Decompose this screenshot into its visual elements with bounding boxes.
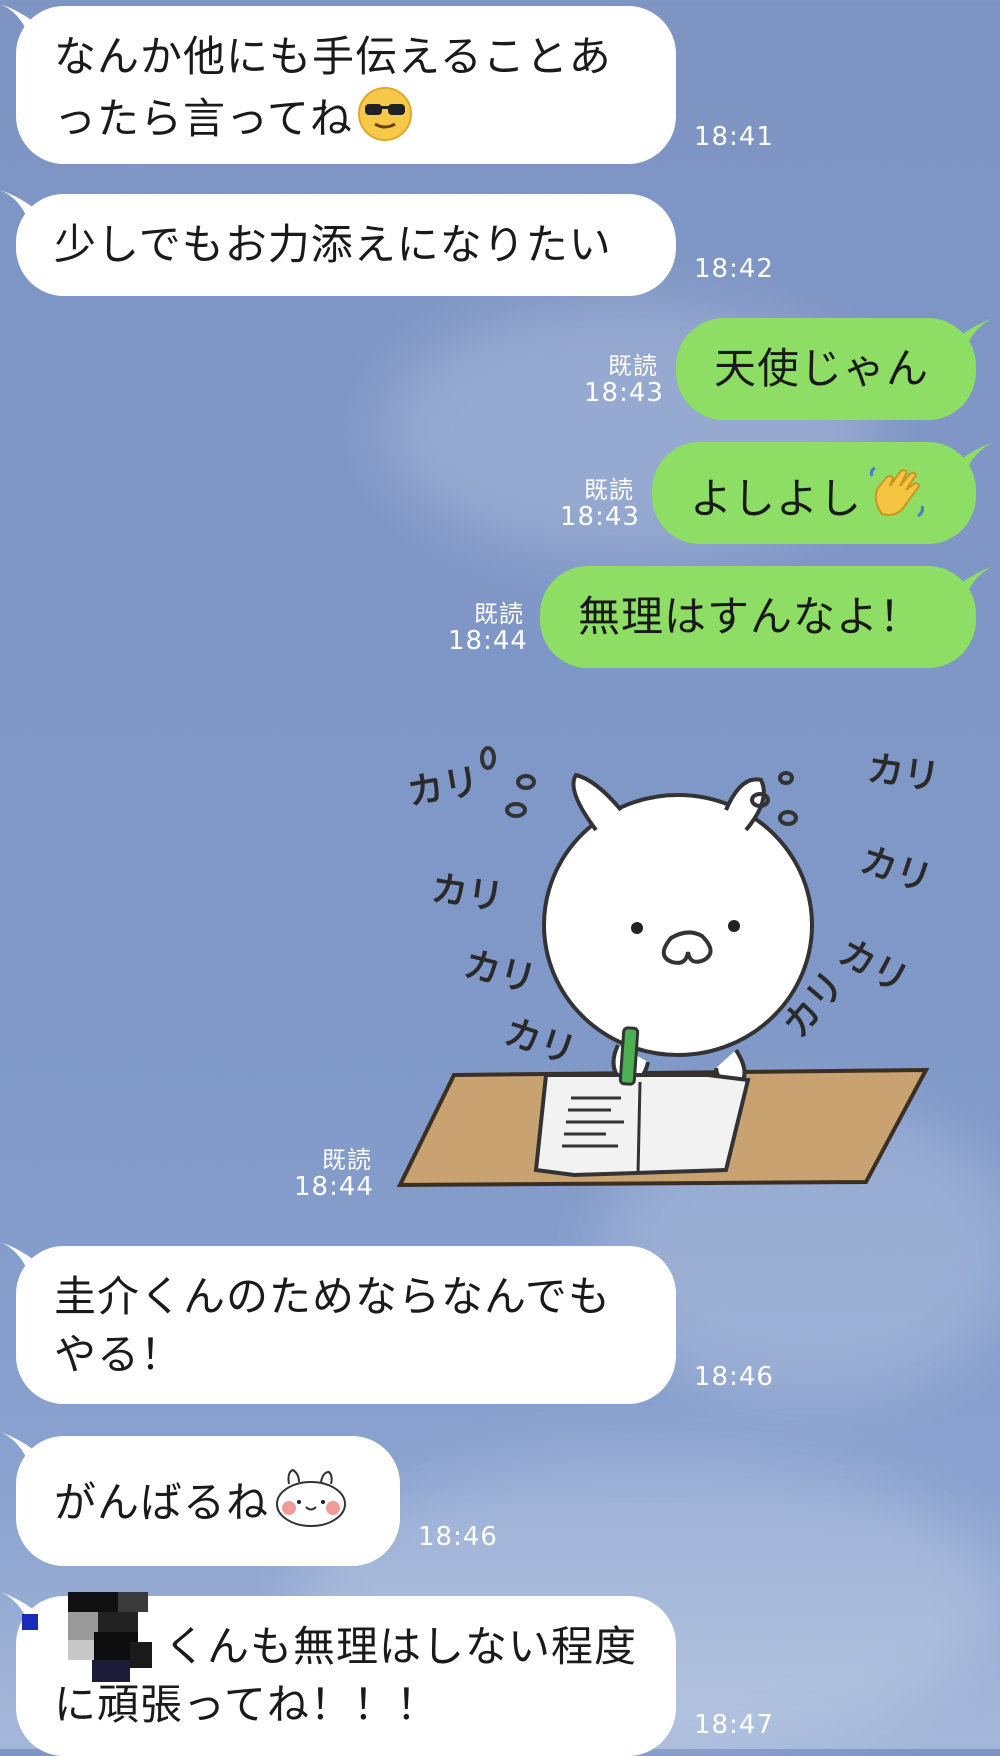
- message-time: 18:43: [584, 378, 664, 408]
- redacted-name-mosaic: [22, 1592, 152, 1682]
- read-receipt: 既読: [608, 352, 658, 380]
- message-bubble[interactable]: がんばるね: [16, 1436, 400, 1566]
- message-text: なんか他にも手伝えることあ: [54, 32, 612, 81]
- message-text: 天使じゃん: [714, 344, 930, 393]
- message-text: やる！: [54, 1330, 184, 1379]
- bubble-tail: [960, 318, 994, 352]
- message-time: 18:42: [694, 254, 774, 284]
- message-text: ったら言ってね: [54, 94, 353, 143]
- message-text: がんばるね: [54, 1478, 270, 1527]
- message-bubble[interactable]: 少しでもお力添えになりたい: [16, 194, 676, 296]
- bubble-tail: [960, 442, 994, 476]
- message-bubble[interactable]: 圭介くんのためならなんでも やる！: [16, 1246, 676, 1404]
- message-text: よしよし: [690, 474, 863, 523]
- sticker-text: カリ: [404, 761, 482, 814]
- sticker-text: カリ: [865, 748, 942, 799]
- message-text: 無理はすんなよ！: [578, 592, 923, 641]
- read-receipt: 既読: [474, 600, 524, 628]
- message-time: 18:47: [694, 1710, 774, 1740]
- message-bubble[interactable]: よしよし: [652, 442, 976, 544]
- message-bubble[interactable]: なんか他にも手伝えることあ ったら言ってね: [16, 6, 676, 164]
- message-time: 18:41: [694, 122, 774, 152]
- rabbit-writing-sticker[interactable]: カリ カリ カリ カリ カリ カリ カリ カリ: [396, 730, 956, 1190]
- message-bubble[interactable]: 無理はすんなよ！: [540, 566, 976, 668]
- read-receipt: 既読: [584, 476, 634, 504]
- sticker-text: カリ: [460, 944, 540, 1001]
- message-time: 18:46: [418, 1522, 498, 1552]
- sticker-text: カリ: [855, 840, 936, 901]
- message-text: 圭介くんのためならなんでも: [54, 1272, 611, 1321]
- message-time: 18:43: [560, 502, 640, 532]
- sticker-text: カリ: [499, 1012, 580, 1073]
- message-bubble[interactable]: 天使じゃん: [676, 318, 976, 420]
- sticker-text: カリ: [429, 868, 506, 919]
- bubble-tail: [960, 566, 994, 600]
- sunglasses-emoji: [357, 86, 413, 157]
- waving-hand-emoji: [866, 464, 926, 539]
- rabbit-face-emoji: [273, 1468, 349, 1543]
- message-time: 18:44: [294, 1172, 374, 1202]
- message-time: 18:44: [448, 626, 528, 656]
- message-text: 少しでもお力添えになりたい: [54, 220, 612, 269]
- message-time: 18:46: [694, 1362, 774, 1392]
- read-receipt: 既読: [322, 1146, 372, 1174]
